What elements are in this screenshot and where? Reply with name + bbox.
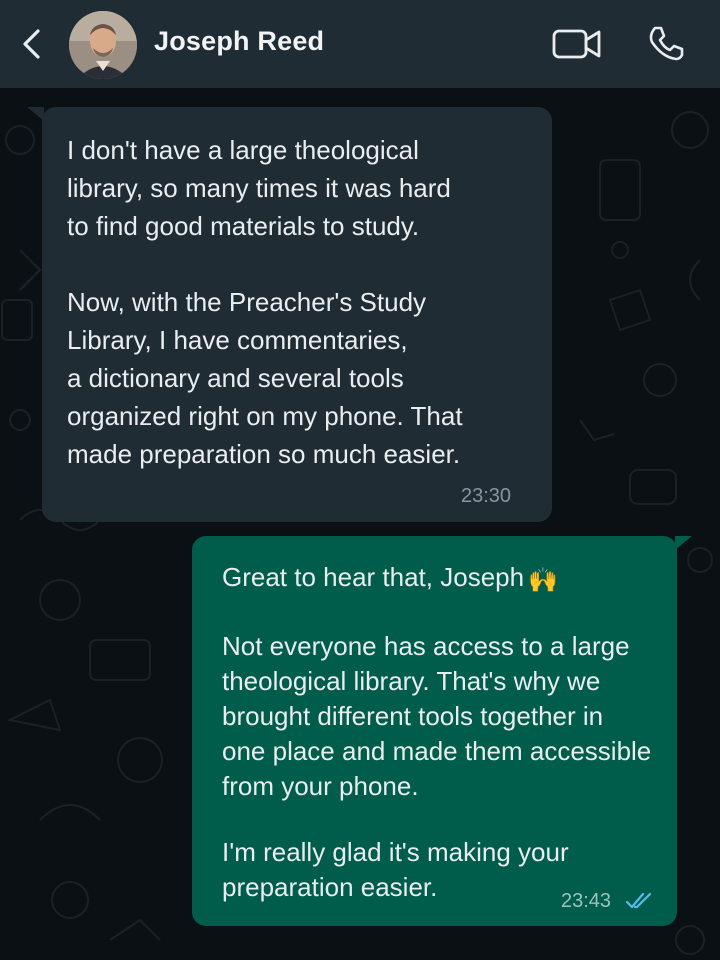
message-line: Now, with the Preacher's Study <box>67 287 427 317</box>
message-line: to find good materials to study. <box>67 211 420 241</box>
read-receipt-double-check-icon <box>625 892 652 909</box>
contact-avatar[interactable] <box>69 11 137 79</box>
greeting-line: Great to hear that, Joseph 🙌 <box>222 560 558 598</box>
outgoing-message-bubble[interactable]: Great to hear that, Joseph 🙌 Not everyone… <box>192 536 677 926</box>
message-line: I'm really glad it's making your <box>222 837 569 867</box>
message-line: a dictionary and several tools <box>67 363 404 393</box>
message-line: one place and made them accessible <box>222 736 652 766</box>
message-line: made preparation so much easier. <box>67 439 461 469</box>
back-arrow-icon[interactable] <box>18 28 46 60</box>
chat-header: Joseph Reed <box>0 0 720 88</box>
message-timestamp: 23:43 <box>561 890 612 912</box>
message-line: theological library. That's why we <box>222 666 601 696</box>
message-line: from your phone. <box>222 771 419 801</box>
message-timestamp: 23:30 <box>461 485 512 507</box>
incoming-message-bubble[interactable]: I don't have a large theological library… <box>42 107 552 522</box>
outgoing-bubble-tail <box>675 536 692 550</box>
message-line: Not everyone has access to a large <box>222 631 630 661</box>
message-line: I don't have a large theological <box>67 135 419 165</box>
avatar-portrait-icon <box>69 11 137 79</box>
raising-hands-emoji: 🙌 <box>528 567 558 594</box>
contact-name[interactable]: Joseph Reed <box>154 26 324 57</box>
message-line: brought different tools together in <box>222 701 604 731</box>
video-call-icon[interactable] <box>552 26 602 62</box>
greeting-text: Great to hear that, Joseph <box>222 562 525 592</box>
message-line: library, so many times it was hard <box>67 173 451 203</box>
phone-call-icon[interactable] <box>646 24 686 64</box>
message-line: organized right on my phone. That <box>67 401 463 431</box>
message-line: preparation easier. <box>222 872 438 902</box>
message-line: Library, I have commentaries, <box>67 325 408 355</box>
